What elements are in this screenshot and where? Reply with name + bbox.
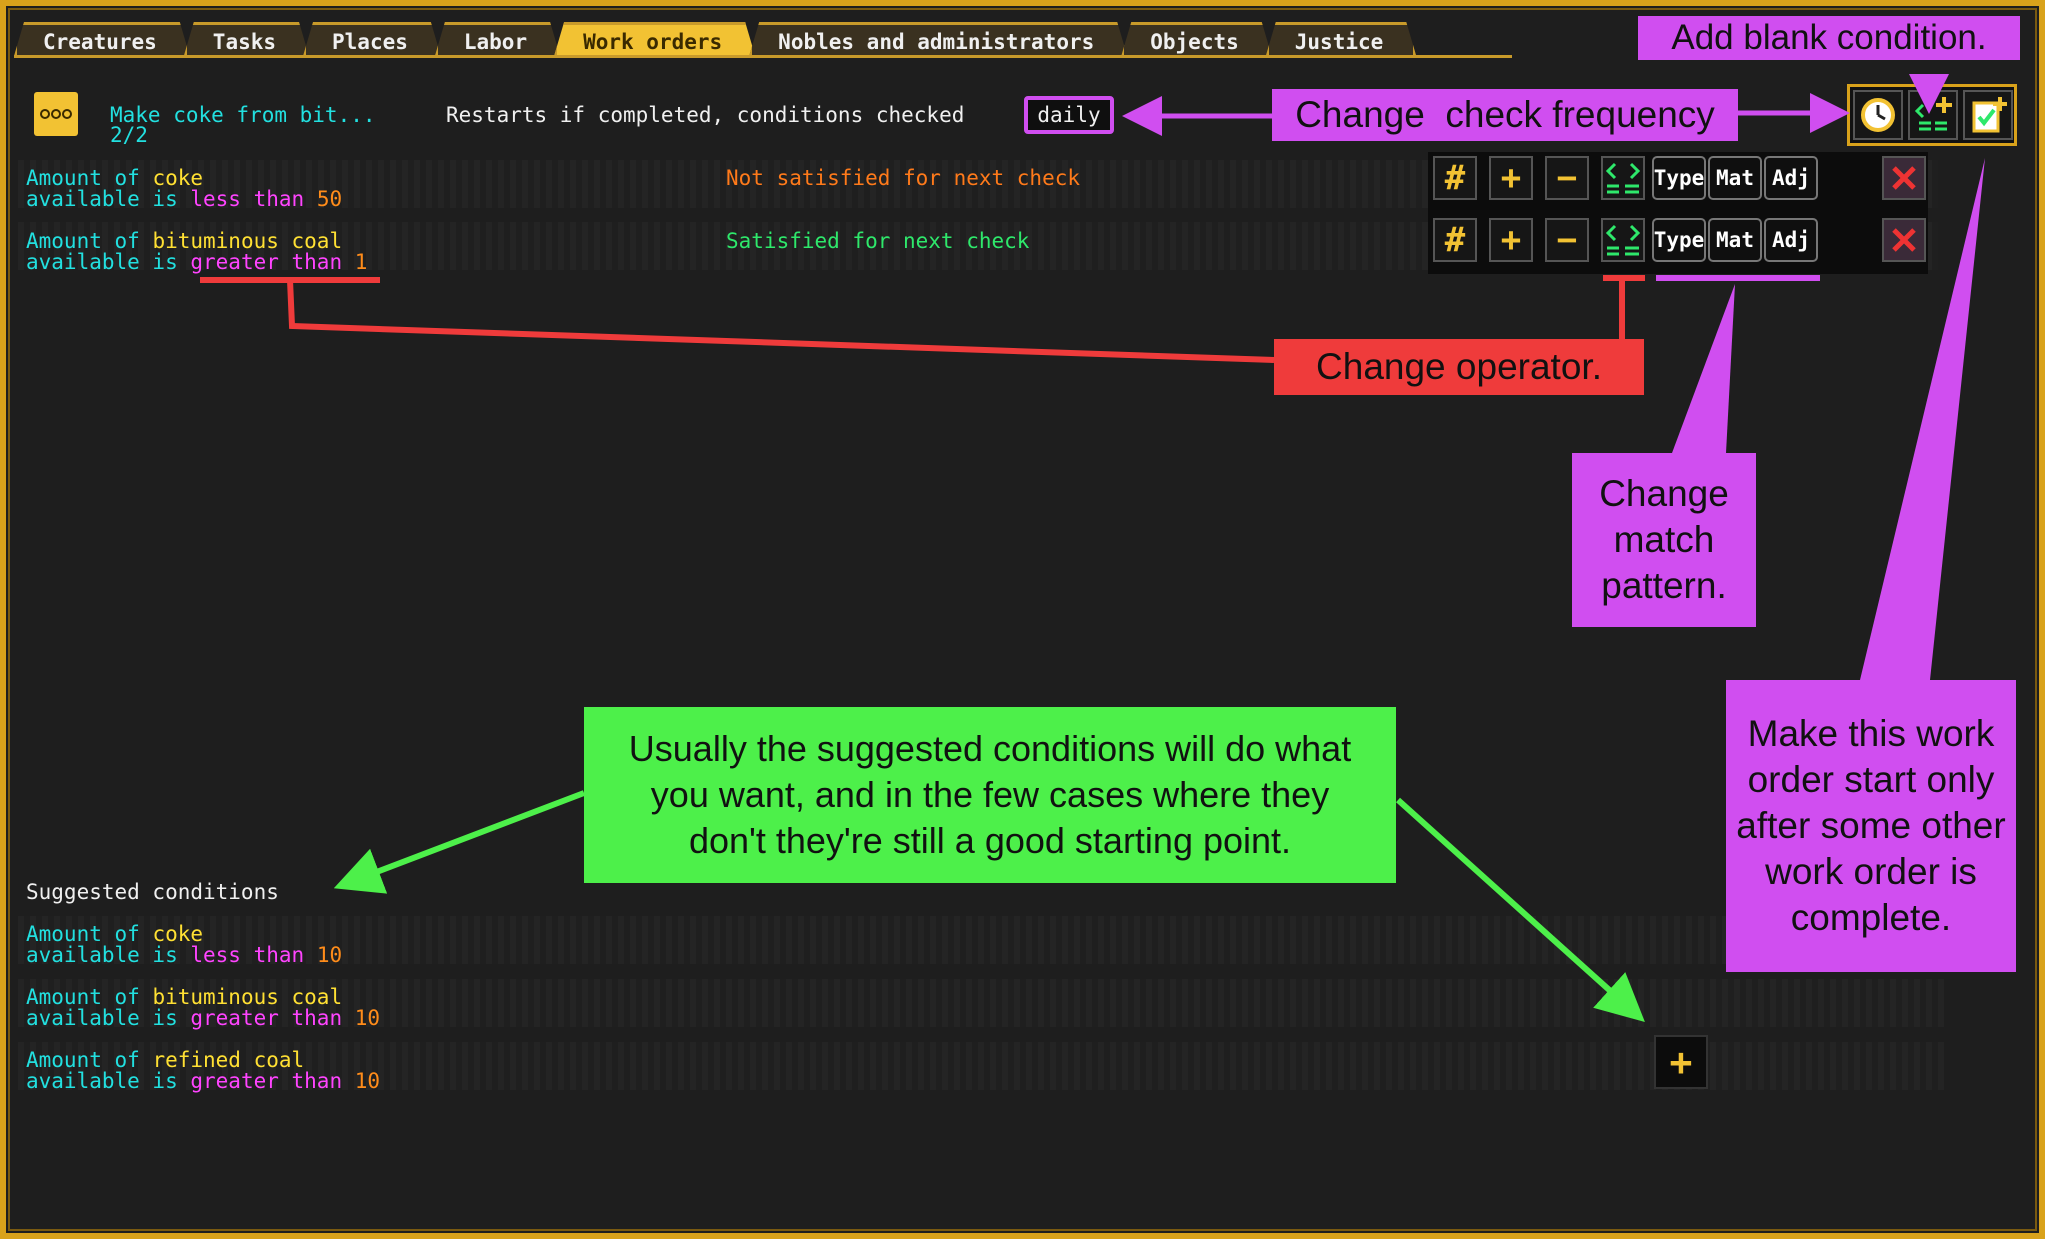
suggested-3-line1: Amount of refined coal [26,1048,305,1072]
order-title: Make coke from bit... [110,103,376,127]
tab-justice[interactable]: Justice [1266,22,1417,56]
condition-2-mat-button[interactable]: Mat [1708,218,1762,262]
condition-1-line1: Amount of coke [26,166,204,190]
plus-icon: + [1669,1040,1693,1084]
callout-work-order: Make this work order start only after so… [1726,680,2016,972]
condition-2-line2: available is greater than 1 [26,250,368,274]
close-icon [1892,166,1916,190]
condition-2-adj-button[interactable]: Adj [1764,218,1818,262]
add-blank-condition-button[interactable] [1908,90,1958,140]
condition-1-delete-button[interactable] [1882,156,1926,200]
condition-1-operator-button[interactable] [1601,156,1645,200]
add-condition-icon [1914,97,1952,131]
tab-tasks[interactable]: Tasks [184,22,309,56]
minus-icon: − [1556,220,1578,260]
tab-creatures[interactable]: Creatures [14,22,190,56]
condition-1-type-button[interactable]: Type [1652,156,1706,200]
suggested-2-line1: Amount of bituminous coal [26,985,343,1009]
check-frequency-button[interactable] [1853,90,1903,140]
condition-2-type-button[interactable]: Type [1652,218,1706,262]
condition-2-line1: Amount of bituminous coal [26,229,343,253]
callout-check-frequency: Change check frequency [1272,89,1738,141]
add-suggested-condition-button[interactable]: + [1654,1035,1708,1089]
callout-suggested: Usually the suggested conditions will do… [584,707,1396,883]
condition-1-mat-button[interactable]: Mat [1708,156,1762,200]
callout-match-pattern: Change match pattern. [1572,453,1756,627]
close-icon [1892,228,1916,252]
tab-nobles[interactable]: Nobles and administrators [749,22,1127,56]
hash-icon: # [1444,220,1466,260]
tab-objects[interactable]: Objects [1121,22,1272,56]
clock-icon [1861,98,1895,132]
order-condition-button[interactable] [1963,90,2013,140]
suggested-title: Suggested conditions [26,880,279,904]
condition-1-adj-button[interactable]: Adj [1764,156,1818,200]
order-count: 2/2 [110,123,148,147]
plus-icon: + [1500,158,1522,198]
order-options-button[interactable] [34,92,78,136]
operator-icon [1605,162,1641,194]
plus-icon: + [1500,220,1522,260]
hash-icon: # [1444,158,1466,198]
condition-2-increase-button[interactable]: + [1489,218,1533,262]
clipboard-check-icon [1972,97,2007,133]
condition-1-increase-button[interactable]: + [1489,156,1533,200]
tab-underline [14,55,1512,58]
ellipsis-icon [40,109,72,119]
suggested-1-line1: Amount of coke [26,922,204,946]
frequency-label: daily [1037,103,1101,127]
operator-icon [1605,224,1641,256]
callout-add-blank: Add blank condition. [1638,16,2020,60]
condition-2-status: Satisfied for next check [726,229,1030,253]
condition-2-value-button[interactable]: # [1433,218,1477,262]
tab-labor[interactable]: Labor [435,22,560,56]
tab-work-orders[interactable]: Work orders [554,22,755,56]
condition-2-delete-button[interactable] [1882,218,1926,262]
condition-1-line2: available is less than 50 [26,187,343,211]
condition-1-status: Not satisfied for next check [726,166,1081,190]
suggested-3-line2: available is greater than 10 [26,1069,381,1093]
restart-text: Restarts if completed, conditions checke… [446,103,965,127]
minus-icon: − [1556,158,1578,198]
condition-1-value-button[interactable]: # [1433,156,1477,200]
tab-places[interactable]: Places [303,22,441,56]
condition-1-decrease-button[interactable]: − [1545,156,1589,200]
frequency-button[interactable]: daily [1024,96,1114,134]
callout-operator: Change operator. [1274,339,1644,395]
suggested-1-line2: available is less than 10 [26,943,343,967]
condition-2-decrease-button[interactable]: − [1545,218,1589,262]
condition-2-operator-button[interactable] [1601,218,1645,262]
tab-bar: Creatures Tasks Places Labor Work orders… [14,22,1410,58]
suggested-2-line2: available is greater than 10 [26,1006,381,1030]
